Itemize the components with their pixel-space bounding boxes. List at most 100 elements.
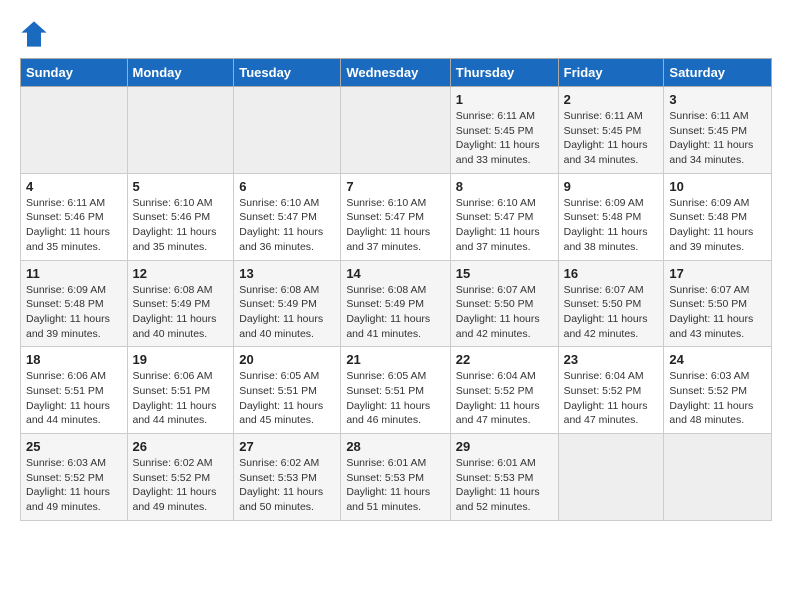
day-number: 1 — [456, 92, 553, 107]
day-info: Sunrise: 6:11 AM Sunset: 5:45 PM Dayligh… — [669, 109, 766, 168]
day-info: Sunrise: 6:08 AM Sunset: 5:49 PM Dayligh… — [133, 283, 229, 342]
day-info: Sunrise: 6:11 AM Sunset: 5:46 PM Dayligh… — [26, 196, 122, 255]
calendar-cell: 29 Sunrise: 6:01 AM Sunset: 5:53 PM Dayli… — [450, 434, 558, 521]
day-info: Sunrise: 6:07 AM Sunset: 5:50 PM Dayligh… — [456, 283, 553, 342]
day-info: Sunrise: 6:09 AM Sunset: 5:48 PM Dayligh… — [669, 196, 766, 255]
calendar-cell: 20 Sunrise: 6:05 AM Sunset: 5:51 PM Dayli… — [234, 347, 341, 434]
day-number: 9 — [564, 179, 659, 194]
col-header-tuesday: Tuesday — [234, 59, 341, 87]
calendar-cell — [234, 87, 341, 174]
calendar-cell — [341, 87, 450, 174]
day-info: Sunrise: 6:02 AM Sunset: 5:52 PM Dayligh… — [133, 456, 229, 515]
calendar-cell: 2 Sunrise: 6:11 AM Sunset: 5:45 PM Daylig… — [558, 87, 664, 174]
calendar-cell: 16 Sunrise: 6:07 AM Sunset: 5:50 PM Dayli… — [558, 260, 664, 347]
day-number: 24 — [669, 352, 766, 367]
day-number: 2 — [564, 92, 659, 107]
day-number: 3 — [669, 92, 766, 107]
day-info: Sunrise: 6:11 AM Sunset: 5:45 PM Dayligh… — [456, 109, 553, 168]
day-info: Sunrise: 6:08 AM Sunset: 5:49 PM Dayligh… — [346, 283, 444, 342]
calendar-week-row: 25 Sunrise: 6:03 AM Sunset: 5:52 PM Dayli… — [21, 434, 772, 521]
day-number: 27 — [239, 439, 335, 454]
calendar-cell: 19 Sunrise: 6:06 AM Sunset: 5:51 PM Dayli… — [127, 347, 234, 434]
day-info: Sunrise: 6:01 AM Sunset: 5:53 PM Dayligh… — [346, 456, 444, 515]
calendar-week-row: 11 Sunrise: 6:09 AM Sunset: 5:48 PM Dayli… — [21, 260, 772, 347]
calendar-table: SundayMondayTuesdayWednesdayThursdayFrid… — [20, 58, 772, 521]
calendar-cell: 9 Sunrise: 6:09 AM Sunset: 5:48 PM Daylig… — [558, 173, 664, 260]
calendar-cell: 11 Sunrise: 6:09 AM Sunset: 5:48 PM Dayli… — [21, 260, 128, 347]
calendar-cell: 21 Sunrise: 6:05 AM Sunset: 5:51 PM Dayli… — [341, 347, 450, 434]
day-info: Sunrise: 6:08 AM Sunset: 5:49 PM Dayligh… — [239, 283, 335, 342]
day-info: Sunrise: 6:10 AM Sunset: 5:47 PM Dayligh… — [456, 196, 553, 255]
calendar-cell: 25 Sunrise: 6:03 AM Sunset: 5:52 PM Dayli… — [21, 434, 128, 521]
calendar-cell: 26 Sunrise: 6:02 AM Sunset: 5:52 PM Dayli… — [127, 434, 234, 521]
day-number: 29 — [456, 439, 553, 454]
day-info: Sunrise: 6:09 AM Sunset: 5:48 PM Dayligh… — [26, 283, 122, 342]
day-number: 25 — [26, 439, 122, 454]
day-number: 28 — [346, 439, 444, 454]
calendar-cell: 8 Sunrise: 6:10 AM Sunset: 5:47 PM Daylig… — [450, 173, 558, 260]
day-info: Sunrise: 6:03 AM Sunset: 5:52 PM Dayligh… — [669, 369, 766, 428]
day-info: Sunrise: 6:05 AM Sunset: 5:51 PM Dayligh… — [346, 369, 444, 428]
day-number: 18 — [26, 352, 122, 367]
day-number: 12 — [133, 266, 229, 281]
col-header-monday: Monday — [127, 59, 234, 87]
calendar-cell: 6Sunrise: 6:10 AM Sunset: 5:47 PM Daylig… — [234, 173, 341, 260]
day-number: 6 — [239, 179, 335, 194]
day-number: 23 — [564, 352, 659, 367]
day-number: 11 — [26, 266, 122, 281]
calendar-cell: 4 Sunrise: 6:11 AM Sunset: 5:46 PM Daylig… — [21, 173, 128, 260]
calendar-cell: 17 Sunrise: 6:07 AM Sunset: 5:50 PM Dayli… — [664, 260, 772, 347]
col-header-thursday: Thursday — [450, 59, 558, 87]
day-info: Sunrise: 6:11 AM Sunset: 5:45 PM Dayligh… — [564, 109, 659, 168]
calendar-cell — [21, 87, 128, 174]
day-info: Sunrise: 6:02 AM Sunset: 5:53 PM Dayligh… — [239, 456, 335, 515]
day-number: 8 — [456, 179, 553, 194]
calendar-cell: 10 Sunrise: 6:09 AM Sunset: 5:48 PM Dayli… — [664, 173, 772, 260]
header — [20, 20, 772, 48]
calendar-cell — [664, 434, 772, 521]
calendar-cell: 15 Sunrise: 6:07 AM Sunset: 5:50 PM Dayli… — [450, 260, 558, 347]
day-number: 4 — [26, 179, 122, 194]
calendar-cell: 28 Sunrise: 6:01 AM Sunset: 5:53 PM Dayli… — [341, 434, 450, 521]
day-number: 17 — [669, 266, 766, 281]
day-number: 5 — [133, 179, 229, 194]
day-number: 20 — [239, 352, 335, 367]
day-number: 26 — [133, 439, 229, 454]
col-header-wednesday: Wednesday — [341, 59, 450, 87]
day-number: 21 — [346, 352, 444, 367]
calendar-cell: 3 Sunrise: 6:11 AM Sunset: 5:45 PM Daylig… — [664, 87, 772, 174]
day-number: 22 — [456, 352, 553, 367]
day-info: Sunrise: 6:09 AM Sunset: 5:48 PM Dayligh… — [564, 196, 659, 255]
day-info: Sunrise: 6:05 AM Sunset: 5:51 PM Dayligh… — [239, 369, 335, 428]
day-info: Sunrise: 6:06 AM Sunset: 5:51 PM Dayligh… — [26, 369, 122, 428]
day-info: Sunrise: 6:10 AM Sunset: 5:47 PM Dayligh… — [346, 196, 444, 255]
calendar-header-row: SundayMondayTuesdayWednesdayThursdayFrid… — [21, 59, 772, 87]
calendar-cell: 7 Sunrise: 6:10 AM Sunset: 5:47 PM Daylig… — [341, 173, 450, 260]
col-header-sunday: Sunday — [21, 59, 128, 87]
day-info: Sunrise: 6:07 AM Sunset: 5:50 PM Dayligh… — [564, 283, 659, 342]
calendar-cell: 14Sunrise: 6:08 AM Sunset: 5:49 PM Dayli… — [341, 260, 450, 347]
calendar-cell — [558, 434, 664, 521]
calendar-cell — [127, 87, 234, 174]
day-number: 13 — [239, 266, 335, 281]
calendar-cell: 18 Sunrise: 6:06 AM Sunset: 5:51 PM Dayli… — [21, 347, 128, 434]
day-number: 10 — [669, 179, 766, 194]
logo — [20, 20, 52, 48]
calendar-cell: 24 Sunrise: 6:03 AM Sunset: 5:52 PM Dayli… — [664, 347, 772, 434]
day-number: 7 — [346, 179, 444, 194]
day-info: Sunrise: 6:01 AM Sunset: 5:53 PM Dayligh… — [456, 456, 553, 515]
day-number: 16 — [564, 266, 659, 281]
day-number: 19 — [133, 352, 229, 367]
calendar-week-row: 18 Sunrise: 6:06 AM Sunset: 5:51 PM Dayli… — [21, 347, 772, 434]
calendar-cell: 13 Sunrise: 6:08 AM Sunset: 5:49 PM Dayli… — [234, 260, 341, 347]
calendar-cell: 22Sunrise: 6:04 AM Sunset: 5:52 PM Dayli… — [450, 347, 558, 434]
calendar-week-row: 1 Sunrise: 6:11 AM Sunset: 5:45 PM Daylig… — [21, 87, 772, 174]
day-number: 15 — [456, 266, 553, 281]
day-info: Sunrise: 6:10 AM Sunset: 5:46 PM Dayligh… — [133, 196, 229, 255]
col-header-friday: Friday — [558, 59, 664, 87]
calendar-cell: 1 Sunrise: 6:11 AM Sunset: 5:45 PM Daylig… — [450, 87, 558, 174]
day-info: Sunrise: 6:07 AM Sunset: 5:50 PM Dayligh… — [669, 283, 766, 342]
day-info: Sunrise: 6:06 AM Sunset: 5:51 PM Dayligh… — [133, 369, 229, 428]
calendar-cell: 23Sunrise: 6:04 AM Sunset: 5:52 PM Dayli… — [558, 347, 664, 434]
day-info: Sunrise: 6:03 AM Sunset: 5:52 PM Dayligh… — [26, 456, 122, 515]
